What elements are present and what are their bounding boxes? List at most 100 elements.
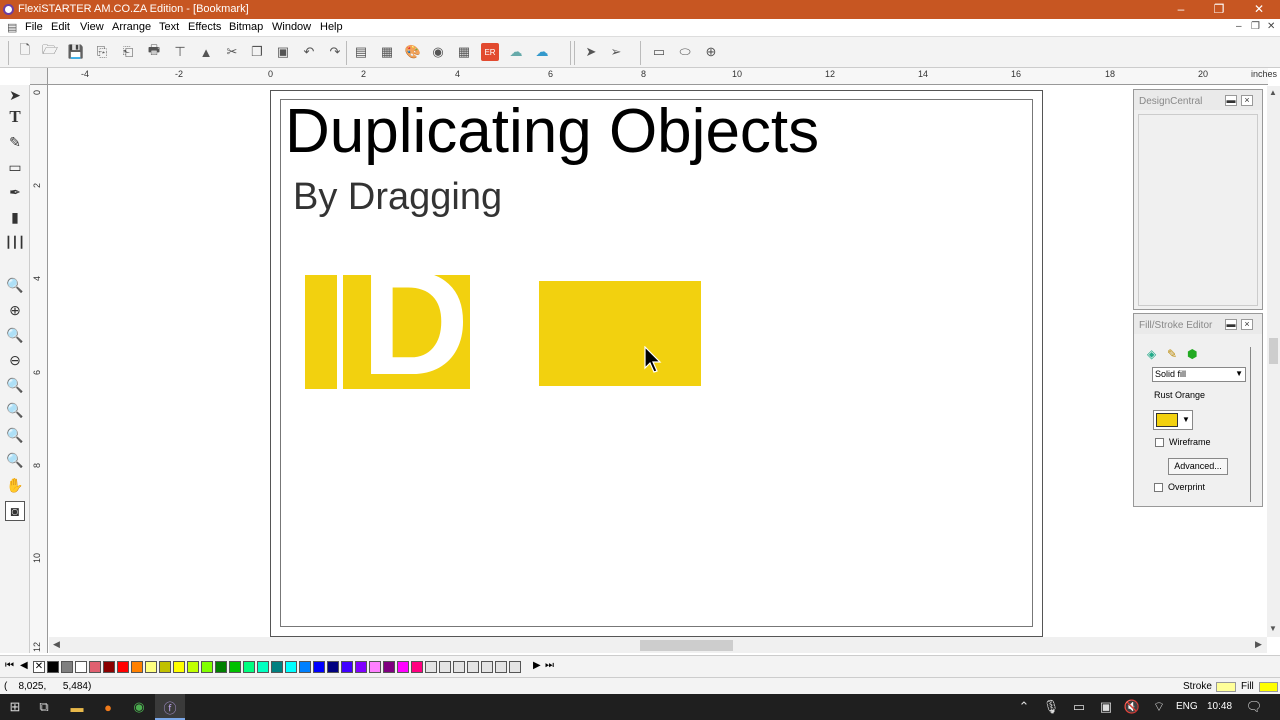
palette-icon[interactable]: 🎨 [404, 43, 422, 61]
overprint-checkbox[interactable] [1154, 483, 1163, 492]
palette-swatch[interactable] [341, 661, 353, 673]
design-central-icon[interactable]: ▤ [352, 43, 370, 61]
node-tool-icon[interactable]: ✎ [5, 132, 25, 152]
cloud-upload-icon[interactable]: ☁ [533, 43, 551, 61]
scroll-left-icon[interactable]: ◀ [53, 639, 60, 650]
palette-empty-swatch[interactable] [509, 661, 521, 673]
speaker-muted-icon[interactable]: 🔇 [1124, 699, 1140, 715]
cut-icon[interactable]: ✂ [223, 43, 241, 61]
palette-swatch[interactable] [243, 661, 255, 673]
er-icon[interactable]: ER [481, 43, 499, 61]
print-icon[interactable]: 🖶 [145, 42, 163, 61]
zoom-all-icon[interactable]: 🔍 [5, 375, 25, 395]
canvas-subheading[interactable]: By Dragging [293, 176, 502, 219]
palette-swatch[interactable] [271, 661, 283, 673]
palette-swatch[interactable] [47, 661, 59, 673]
palette-swatch[interactable] [61, 661, 73, 673]
select-arrow-icon[interactable]: ➤ [582, 43, 600, 61]
menu-view[interactable]: View [80, 21, 104, 33]
scroll-down-icon[interactable]: ▼ [1269, 624, 1277, 633]
stroke-tab-icon[interactable]: ✎ [1167, 347, 1177, 361]
production-manager-icon[interactable]: ▦ [378, 43, 396, 61]
menu-window[interactable]: Window [272, 21, 311, 33]
fill-swatch[interactable] [1259, 682, 1278, 692]
palette-last-icon[interactable]: ⏭ [545, 660, 554, 671]
chrome-icon[interactable]: ◉ [131, 699, 147, 715]
menu-file[interactable]: File [25, 21, 43, 33]
palette-swatch[interactable] [257, 661, 269, 673]
network-icon[interactable]: ▣ [1098, 699, 1114, 715]
menu-edit[interactable]: Edit [51, 21, 70, 33]
document-icon[interactable]: ▤ [7, 21, 17, 34]
palette-swatch[interactable] [411, 661, 423, 673]
palette-empty-swatch[interactable] [453, 661, 465, 673]
scroll-up-icon[interactable]: ▲ [1269, 88, 1277, 97]
palette-swatch[interactable] [397, 661, 409, 673]
select-tool-icon[interactable]: ➤ [5, 85, 25, 105]
ellipse-icon[interactable]: ⬭ [676, 43, 694, 61]
measure-tool-icon[interactable]: ┃┃┃ [5, 232, 25, 252]
panel-minimize-icon[interactable]: ▬ [1225, 319, 1237, 330]
palette-swatch[interactable] [145, 661, 157, 673]
menu-arrange[interactable]: Arrange [112, 21, 151, 33]
file-explorer-icon[interactable]: ▬ [69, 699, 85, 715]
palette-swatch[interactable] [285, 661, 297, 673]
palette-swatch[interactable] [131, 661, 143, 673]
palette-prev-icon[interactable]: ◀ [20, 660, 28, 671]
horizontal-ruler[interactable]: -4 -2 0 2 4 6 8 10 12 14 16 18 20 inches [48, 68, 1277, 85]
horizontal-scroll-thumb[interactable] [640, 640, 733, 651]
zoom-page-icon[interactable]: 🔍 [5, 325, 25, 345]
vertical-scroll-thumb[interactable] [1269, 338, 1278, 364]
pen-tool-icon[interactable]: ✒ [5, 182, 25, 202]
zoom-selected-icon[interactable]: 🔍 [5, 400, 25, 420]
palette-swatch[interactable] [173, 661, 185, 673]
battery-icon[interactable]: ▭ [1071, 699, 1087, 715]
palette-empty-swatch[interactable] [425, 661, 437, 673]
palette-swatch[interactable] [355, 661, 367, 673]
rectangle-icon[interactable]: ▭ [650, 43, 668, 61]
palette-swatch[interactable] [215, 661, 227, 673]
language-indicator[interactable]: ENG [1176, 701, 1198, 712]
zoom-in-icon[interactable]: ⊕ [5, 300, 25, 320]
palette-swatch[interactable] [75, 661, 87, 673]
advanced-button[interactable]: Advanced... [1168, 458, 1228, 475]
fill-stroke-tool-icon[interactable]: ◙ [5, 501, 25, 521]
notifications-icon[interactable]: 🗨 [1246, 699, 1263, 715]
export-icon[interactable]: ⎗ [119, 43, 137, 61]
color-picker-icon[interactable]: ◉ [429, 43, 447, 61]
open-file-icon[interactable]: 🗁 [41, 42, 59, 61]
show-hidden-icons-icon[interactable]: ⌃ [1016, 699, 1032, 715]
pan-hand-icon[interactable]: ✋ [5, 475, 25, 495]
stroke-swatch[interactable] [1216, 682, 1236, 692]
fill-tab-icon[interactable]: ◈ [1147, 347, 1156, 361]
cut-contour-icon[interactable]: ⊤ [171, 43, 189, 61]
zoom-out-icon[interactable]: ⊖ [5, 350, 25, 370]
menu-bitmap[interactable]: Bitmap [229, 21, 263, 33]
task-view-icon[interactable]: ⧉ [36, 699, 52, 715]
close-button[interactable]: ✕ [1240, 0, 1278, 19]
save-icon[interactable]: 💾 [67, 43, 85, 61]
cloud-icon[interactable]: ☁ [507, 43, 525, 61]
undo-icon[interactable]: ↶ [300, 43, 318, 61]
palette-swatch[interactable] [187, 661, 199, 673]
doc-minimize-icon[interactable]: – [1236, 21, 1242, 32]
palette-empty-swatch[interactable] [481, 661, 493, 673]
canvas-heading[interactable]: Duplicating Objects [285, 96, 819, 167]
windows-start-icon[interactable]: ⊞ [7, 699, 23, 715]
wifi-icon[interactable]: ⌔ [1151, 699, 1167, 715]
panel-close-icon[interactable]: × [1241, 319, 1253, 330]
flexi-taskbar-button[interactable]: ⓕ [155, 694, 185, 720]
new-file-icon[interactable]: 🗋 [16, 42, 34, 61]
send-to-cutter-icon[interactable]: ▲ [197, 43, 215, 61]
zoom-previous-icon[interactable]: 🔍 [5, 450, 25, 470]
wireframe-checkbox[interactable] [1155, 438, 1164, 447]
duplicated-rectangle-object[interactable] [539, 281, 701, 386]
palette-first-icon[interactable]: ⏮ [5, 660, 14, 671]
palette-empty-swatch[interactable] [467, 661, 479, 673]
ruler-corner[interactable] [30, 68, 48, 85]
menu-effects[interactable]: Effects [188, 21, 221, 33]
node-edit-arrow-icon[interactable]: ➢ [607, 43, 625, 61]
palette-swatch[interactable] [159, 661, 171, 673]
palette-swatch[interactable] [229, 661, 241, 673]
palette-swatch[interactable] [327, 661, 339, 673]
